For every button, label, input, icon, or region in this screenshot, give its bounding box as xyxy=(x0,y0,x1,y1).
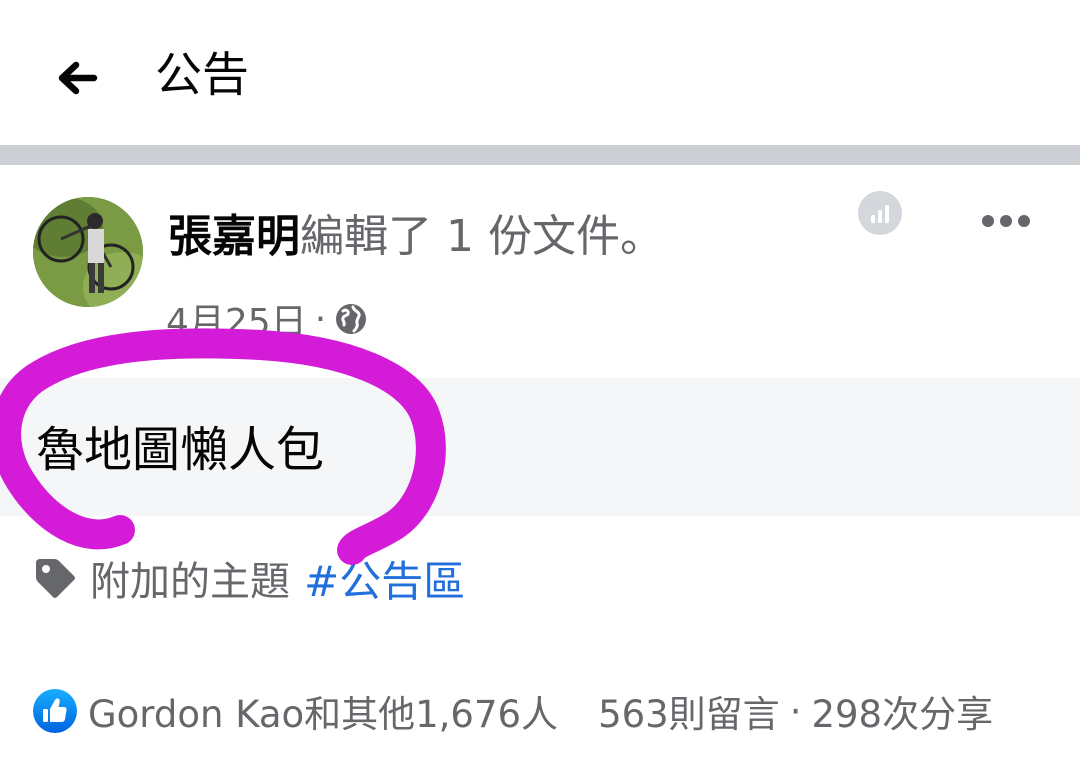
arrow-left-icon xyxy=(58,61,98,95)
author-name[interactable]: 張嘉明 xyxy=(168,211,300,262)
globe-icon xyxy=(336,304,367,334)
avatar-photo xyxy=(33,197,143,307)
meta-separator: · xyxy=(314,298,327,340)
post-meta: 4月25日 · xyxy=(166,292,368,346)
like-thumb-icon xyxy=(33,689,77,733)
post-date[interactable]: 4月25日 xyxy=(166,293,307,345)
topic-row: 附加的主題 #公告區 xyxy=(32,548,465,608)
insights-icon xyxy=(871,205,889,223)
avatar[interactable] xyxy=(33,197,143,307)
document-title: 魯地圖懶人包 xyxy=(36,422,325,478)
tag-icon xyxy=(36,559,75,598)
post-action-text: 編輯了 1 份文件。 xyxy=(300,211,664,262)
document-card[interactable]: 魯地圖懶人包 xyxy=(0,378,1080,516)
more-dots-icon xyxy=(982,215,1030,227)
topic-link[interactable]: #公告區 xyxy=(304,548,465,609)
engagement-stats: Gordon Kao和其他1,676人 563則留言 · 298次分享 xyxy=(32,683,1062,739)
shares-count[interactable]: 298次分享 xyxy=(811,684,993,738)
topic-label: 附加的主題 xyxy=(90,559,290,605)
post-header: 張嘉明編輯了 1 份文件。 xyxy=(168,207,664,267)
reactions-count[interactable]: Gordon Kao和其他1,676人 xyxy=(88,684,558,738)
back-button[interactable] xyxy=(44,45,110,111)
section-divider xyxy=(0,145,1080,165)
insights-button[interactable] xyxy=(858,191,902,235)
more-options-button[interactable] xyxy=(968,196,1044,246)
page-title: 公告 xyxy=(155,48,249,103)
comments-count[interactable]: 563則留言 xyxy=(598,684,780,738)
top-bar: 公告 xyxy=(0,0,1080,145)
stats-separator: · xyxy=(789,689,802,733)
